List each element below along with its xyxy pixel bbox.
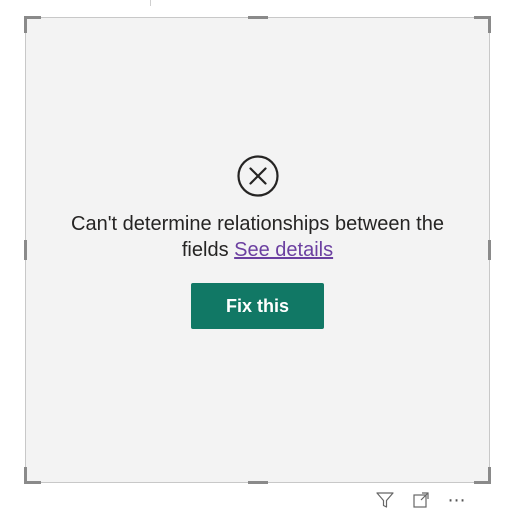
report-canvas: Can't determine relationships between th… [0, 0, 512, 517]
focus-mode-icon[interactable] [410, 490, 432, 510]
error-panel: Can't determine relationships between th… [26, 154, 489, 329]
resize-handle-bottom-left[interactable] [24, 467, 41, 484]
neighbor-divider [150, 0, 151, 6]
visual-container[interactable]: Can't determine relationships between th… [24, 16, 491, 484]
circle-x-icon [236, 155, 279, 197]
filter-icon[interactable] [374, 490, 396, 510]
fix-this-button[interactable]: Fix this [191, 283, 324, 329]
resize-handle-bottom-right[interactable] [474, 467, 491, 484]
visual-header-toolbar: ⋯ [374, 490, 468, 510]
error-message: Can't determine relationships between th… [26, 211, 489, 263]
neighbor-visual-edge [0, 0, 512, 8]
more-options-icon[interactable]: ⋯ [446, 490, 468, 510]
resize-handle-bottom[interactable] [247, 481, 268, 484]
resize-handle-top-right[interactable] [474, 16, 491, 33]
see-details-link[interactable]: See details [234, 239, 333, 261]
resize-handle-top-left[interactable] [24, 16, 41, 33]
resize-handle-top[interactable] [247, 16, 268, 19]
